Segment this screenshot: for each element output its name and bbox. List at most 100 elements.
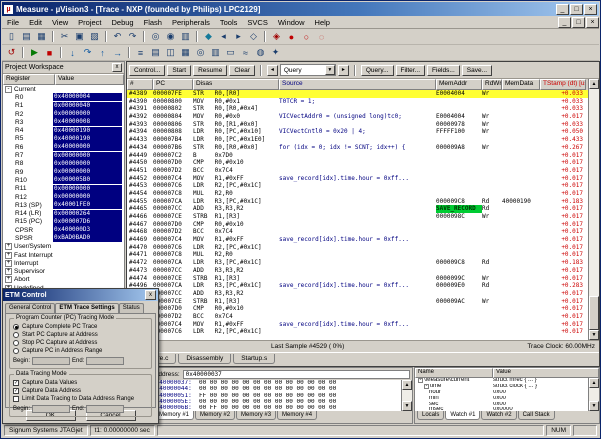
trace-row[interactable]: #4496 000007CA LDR R3,[PC,#0x1C] save_recor… [127,282,588,290]
trace-row[interactable]: #4498000007CESTRB R1,[R3]000009ACWr+0.01… [127,298,588,306]
reset-cpu-icon[interactable]: ↺ [4,46,19,60]
trace-start-button[interactable]: Start [167,64,192,76]
trace-row[interactable]: #4452 000007C4 MOV R1,#0xFF save_record[idx… [127,175,588,183]
debug-session-icon[interactable]: ◈ [269,30,284,44]
save-icon[interactable]: ▦ [34,30,49,44]
tab-locals[interactable]: Locals [417,411,445,420]
trace-row[interactable]: #4465 000007CC ADD R3,R3,R2 SAVE_RECORD Rd +0… [127,205,588,213]
radio-option-capture-pc-in-address-range[interactable]: Capture PC in Address Range [13,347,148,355]
register-column-header[interactable]: Register [3,74,55,85]
checkbox-option-capture-data-values[interactable]: ✓ Capture Data Values [13,379,148,387]
register-row[interactable]: R5 0x40000190 [3,134,124,143]
tab-startup-s[interactable]: Startup.s [233,354,276,364]
trace-row[interactable]: #4497000007CCADD R3,R3,R2+0.017 [127,290,588,298]
trace-column-header-rdwr[interactable]: RdWr [482,79,502,90]
register-row[interactable]: R8 0x00000000 [3,159,124,168]
menu-file[interactable]: File [2,18,24,27]
register-row[interactable]: R0 0x40000004 [3,93,124,102]
register-row[interactable]: R13 (SP) 0x40001FE0 [3,201,124,210]
name-column-header[interactable]: Name [415,368,493,378]
trace-row[interactable]: #4390 00000800 MOV R0,#0x1 T0TCR = 1; +0.033 [127,98,588,106]
run-to-cursor-icon[interactable]: → [110,46,125,60]
trace-row[interactable]: #4474 000007CE STRB R1,[R3] 0000099C Wr +0.01… [127,275,588,283]
find-icon[interactable]: ◎ [148,30,163,44]
query-next-icon[interactable]: ▸ [337,64,349,76]
trace-column-header-memaddr[interactable]: MemAddr [436,79,482,90]
register-row[interactable]: SPSR 0xBAD0BAD0 [3,234,124,243]
scrollbar-track[interactable] [402,390,412,401]
tab-status[interactable]: Status [118,303,144,313]
scrollbar-track[interactable] [589,388,599,401]
register-row[interactable]: R4 0x40000190 [3,126,124,135]
trace-row[interactable]: #4466 000007CE STRB R1,[R3] 0000098C Wr +0.01… [127,213,588,221]
register-row[interactable]: R1 0x00000040 [3,101,124,110]
trace-scrollbar[interactable]: ▲ ▼ [588,79,599,340]
value-column-header[interactable]: Value [55,74,124,85]
trace-row[interactable]: #4500000007D2BCC 0x7C4+0.017 [127,313,588,321]
close-icon[interactable]: x [112,63,122,72]
trace-column-header-memdata[interactable]: MemData [502,79,540,90]
maximize-button[interactable]: □ [570,3,583,15]
minimize-button[interactable]: _ [556,3,569,15]
menu-svcs[interactable]: SVCS [242,18,272,27]
step-out-icon[interactable]: ↑ [95,46,110,60]
trace-control-button[interactable]: Control... [129,64,166,76]
scrollbar-track[interactable] [589,89,599,330]
collapse-icon[interactable]: - [5,85,12,93]
breakpoint-kill-icon[interactable]: ◌ [314,30,329,44]
menu-tools[interactable]: Tools [215,18,243,27]
watch-window-icon[interactable]: ◎ [193,46,208,60]
checkbox-option-limit-data-tracing-to-data-address-range[interactable]: Limit Data Tracing to Data Address Range [13,395,148,403]
breakpoint-enable-icon[interactable]: ○ [299,30,314,44]
tab-watch-2[interactable]: Watch #2 [481,411,517,420]
trace-row[interactable]: #4449 000007C2 B 0x7D0 +0.017 [127,152,588,160]
register-group-interrupt[interactable]: + Interrupt [3,259,124,267]
analysis-window-icon[interactable]: ≈ [238,46,253,60]
menu-edit[interactable]: Edit [24,18,47,27]
run-icon[interactable]: ▶ [27,46,42,60]
trace-fields-button[interactable]: Fields... [427,64,460,76]
register-group-abort[interactable]: + Abort [3,276,124,284]
trace-row[interactable]: #4471 000007C8 MUL R2,R0 +0.017 [127,251,588,259]
expand-icon[interactable]: + [5,268,12,276]
memory-scrollbar[interactable]: ▲ ▼ [401,380,412,411]
disassembly-window-icon[interactable]: ▤ [148,46,163,60]
trace-resume-button[interactable]: Resume [193,64,228,76]
redo-icon[interactable]: ↷ [125,30,140,44]
toolbox-icon[interactable]: ✦ [268,46,283,60]
checkbox-option-capture-data-address[interactable]: ✓ Capture Data Address [13,387,148,395]
tab-watch-1[interactable]: Watch #1 [445,411,481,420]
menu-window[interactable]: Window [273,18,310,27]
trace-filter-button[interactable]: Filter... [395,64,426,76]
register-group-supervisor[interactable]: + Supervisor [3,268,124,276]
scroll-down-icon[interactable]: ▼ [589,401,599,411]
paste-icon[interactable]: ▨ [87,30,102,44]
bookmark-next-icon[interactable]: ▸ [231,30,246,44]
value-column-header[interactable]: Value [493,368,599,378]
trace-window-icon[interactable]: ◍ [253,46,268,60]
menu-help[interactable]: Help [310,18,335,27]
trace-row[interactable]: #4473 000007CC ADD R3,R3,R2 +0.017 [127,267,588,275]
trace-row[interactable]: #4472 000007CA LDR R3,[PC,#0x1C] 000009C8 Rd… [127,259,588,267]
tab-memory-4[interactable]: Memory #4 [277,411,318,420]
tab-memory-2[interactable]: Memory #2 [195,411,236,420]
register-row[interactable]: R12 0x00000000 [3,193,124,201]
register-row[interactable]: R11 0x00000000 [3,184,124,193]
register-group-user-system[interactable]: + User/System [3,243,124,251]
trace-row[interactable]: #4433 000007B4 LDR R0,[PC,#0x1E0] +0.433 [127,136,588,144]
tab-memory-3[interactable]: Memory #3 [236,411,277,420]
query-combo[interactable]: Query ▼ [279,64,336,76]
memory-window-icon[interactable]: ▥ [208,46,223,60]
registers-window-icon[interactable]: ▦ [178,46,193,60]
radio-option-stop-pc-capture-at-address[interactable]: Stop PC Capture at Address [13,339,148,347]
radio-option-capture-complete-pc-trace[interactable]: Capture Complete PC Trace [13,323,148,331]
collapse-icon[interactable]: - [418,378,423,384]
scroll-up-icon[interactable]: ▲ [589,378,599,388]
collapse-icon[interactable]: - [424,384,429,390]
trace-row[interactable]: #4469 000007C4 MOV R1,#0xFF save_record[idx… [127,236,588,244]
tab-memory-1[interactable]: Memory #1 [154,411,195,420]
register-row[interactable]: R14 (LR) 0x00000264 [3,209,124,218]
register-row[interactable]: CPSR 0x400000D3 [3,226,124,235]
trace-row[interactable]: #4453 000007C6 LDR R2,[PC,#0x1C] +0.017 [127,182,588,190]
trace-column-header-disas[interactable]: Disas [193,79,279,90]
